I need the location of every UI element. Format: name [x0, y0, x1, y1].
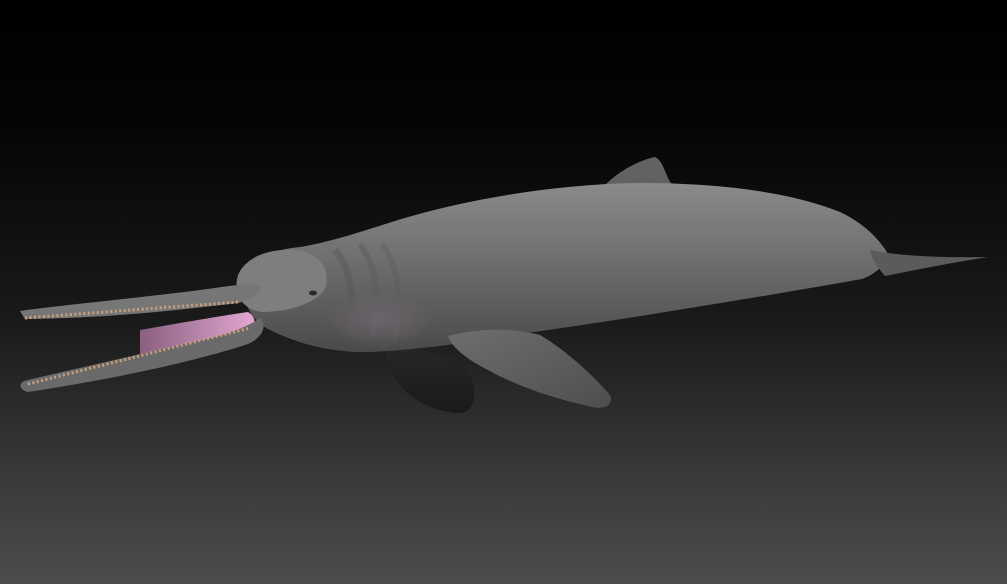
render-viewport	[0, 0, 1007, 584]
tail-fluke	[870, 250, 988, 276]
dolphin-render	[20, 157, 988, 414]
eye	[309, 290, 317, 296]
upper-beak	[20, 284, 262, 319]
far-flipper	[385, 348, 475, 414]
